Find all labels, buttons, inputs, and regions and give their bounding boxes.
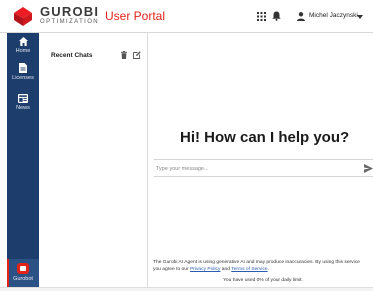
- robot-icon: [17, 263, 29, 274]
- brand-subtitle: OPTIMIZATION: [40, 19, 100, 25]
- message-composer: [154, 159, 373, 177]
- terms-of-service-link[interactable]: Terms of Service: [231, 267, 267, 272]
- message-input[interactable]: [156, 163, 356, 174]
- active-indicator: [7, 259, 9, 287]
- recent-chats-panel: Recent Chats: [39, 33, 148, 287]
- top-bar: GUROBI OPTIMIZATION User Portal Michel J…: [0, 0, 373, 33]
- send-icon[interactable]: [364, 164, 373, 173]
- bell-icon[interactable]: [272, 11, 281, 21]
- chat-main: Hi! How can I help you? The Gurobi AI Ag…: [148, 33, 373, 287]
- document-icon: [19, 63, 27, 73]
- disclaimer-and: and: [220, 267, 232, 272]
- news-icon: [18, 94, 28, 103]
- brand-name: GUROBI: [40, 4, 100, 19]
- portal-title: User Portal: [105, 9, 166, 23]
- usage-limit-text: You have used 0% of your daily limit.: [223, 278, 303, 283]
- sidebar-item-label: Home: [15, 48, 31, 54]
- disclaimer-line2: you agree to our: [153, 267, 190, 272]
- caret-down-icon[interactable]: [357, 15, 363, 19]
- sidebar-item-home[interactable]: Home: [7, 37, 39, 54]
- sidebar-item-licenses[interactable]: Licenses: [7, 63, 39, 81]
- sidebar-item-gurobot[interactable]: Gurobot: [7, 259, 39, 287]
- greeting-heading: Hi! How can I help you?: [180, 129, 350, 146]
- recent-chats-title: Recent Chats: [51, 52, 93, 59]
- user-name[interactable]: Michel Jaczynski: [309, 12, 358, 19]
- trash-icon[interactable]: [121, 51, 127, 59]
- sidebar: Home Licenses News Gurobot: [7, 33, 39, 287]
- window-bottom-edge: [0, 287, 373, 291]
- new-chat-icon[interactable]: [133, 51, 141, 59]
- sidebar-item-label: News: [16, 105, 30, 111]
- privacy-policy-link[interactable]: Privacy Policy: [190, 267, 220, 272]
- sidebar-item-news[interactable]: News: [7, 94, 39, 111]
- apps-icon[interactable]: [257, 12, 266, 21]
- sidebar-item-label: Gurobot: [13, 276, 33, 282]
- home-icon: [18, 37, 28, 46]
- gurobi-logo-icon[interactable]: [11, 5, 35, 27]
- disclaimer-line1: The Gurobi AI Agent is using generative …: [153, 260, 360, 265]
- disclaimer-end: .: [267, 267, 269, 272]
- disclaimer: The Gurobi AI Agent is using generative …: [153, 259, 373, 273]
- brand[interactable]: GUROBI OPTIMIZATION: [40, 5, 99, 25]
- user-icon[interactable]: [297, 12, 305, 21]
- sidebar-item-label: Licenses: [12, 75, 34, 81]
